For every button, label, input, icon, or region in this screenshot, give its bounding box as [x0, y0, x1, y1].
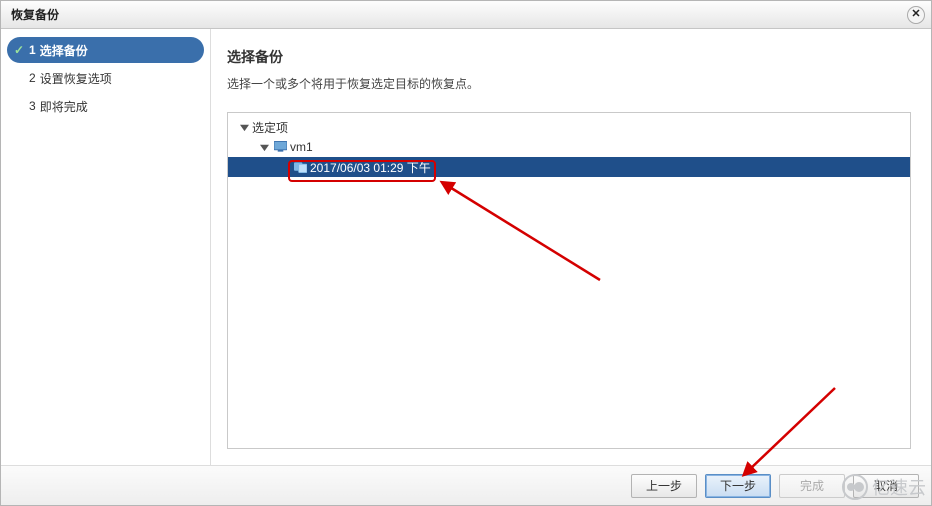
close-icon: ✕	[911, 9, 920, 20]
indent	[228, 147, 256, 148]
step-label: 设置恢复选项	[40, 70, 112, 87]
step-label: 选择备份	[40, 42, 88, 59]
step-number: 1	[29, 43, 36, 57]
wizard-step-ready-to-complete[interactable]: 3 即将完成	[7, 93, 204, 119]
back-button[interactable]: 上一步	[631, 474, 697, 498]
dialog-body: ✓ 1 选择备份 2 设置恢复选项 3 即将完成 选择备份 选择一个或多个将用于…	[1, 29, 931, 465]
cancel-button[interactable]: 取消	[853, 474, 919, 498]
titlebar: 恢复备份 ✕	[1, 1, 931, 29]
step-number: 2	[29, 71, 36, 85]
tree-vm-label: vm1	[290, 140, 313, 154]
tree-vm-row[interactable]: vm1	[228, 137, 910, 157]
backup-tree-container: 选定项 vm1	[227, 112, 911, 449]
next-button[interactable]: 下一步	[705, 474, 771, 498]
tree-root-label: 选定项	[252, 119, 288, 136]
wizard-steps-sidebar: ✓ 1 选择备份 2 设置恢复选项 3 即将完成	[1, 29, 211, 465]
indent	[228, 127, 236, 128]
tree-backup-label: 2017/06/03 01:29 下午	[310, 159, 431, 176]
backup-tree: 选定项 vm1	[228, 113, 910, 177]
restore-backup-dialog: 恢复备份 ✕ ✓ 1 选择备份 2 设置恢复选项 3 即将完成 选择备份	[0, 0, 932, 506]
wizard-step-select-backup[interactable]: ✓ 1 选择备份	[7, 37, 204, 63]
backup-point-icon	[292, 161, 308, 173]
step-number: 3	[29, 99, 36, 113]
check-icon: ✓	[11, 43, 27, 57]
dialog-footer: 上一步 下一步 完成 取消	[1, 465, 931, 505]
section-title: 选择备份	[227, 47, 911, 67]
expand-toggle-icon[interactable]	[256, 143, 272, 152]
vm-icon	[272, 141, 288, 153]
main-panel: 选择备份 选择一个或多个将用于恢复选定目标的恢复点。 选定项	[211, 29, 931, 465]
close-button[interactable]: ✕	[907, 6, 925, 24]
section-description: 选择一个或多个将用于恢复选定目标的恢复点。	[227, 75, 911, 92]
dialog-title: 恢复备份	[11, 6, 59, 23]
wizard-step-restore-options[interactable]: 2 设置恢复选项	[7, 65, 204, 91]
tree-root-row[interactable]: 选定项	[228, 117, 910, 137]
indent	[228, 167, 292, 168]
step-label: 即将完成	[40, 98, 88, 115]
expand-toggle-icon[interactable]	[236, 123, 252, 132]
tree-backup-row[interactable]: 2017/06/03 01:29 下午	[228, 157, 910, 177]
finish-button: 完成	[779, 474, 845, 498]
